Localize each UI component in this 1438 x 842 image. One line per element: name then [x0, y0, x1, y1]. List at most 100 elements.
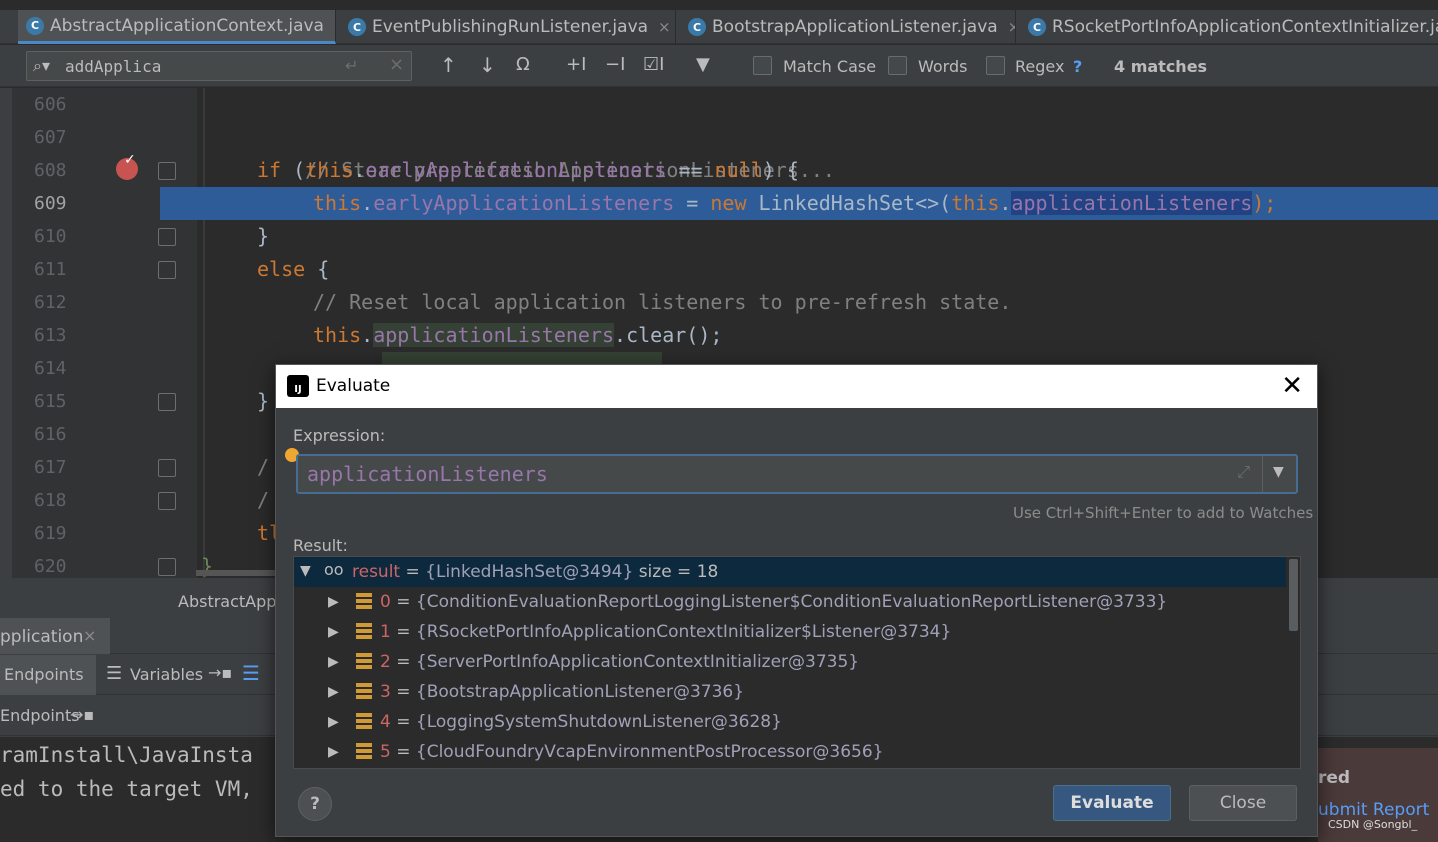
- chevron-down-icon: ▼: [1273, 464, 1284, 480]
- dialog-title: Evaluate: [316, 376, 391, 396]
- regex-help-link[interactable]: ?: [1073, 57, 1082, 76]
- expand-arrow-icon[interactable]: ▶: [328, 624, 339, 640]
- evaluate-button[interactable]: Evaluate: [1053, 785, 1171, 821]
- expand-arrow-icon[interactable]: ▶: [328, 654, 339, 670]
- fold-marker-icon[interactable]: [158, 228, 176, 246]
- expression-history-dropdown[interactable]: ▼: [1262, 456, 1296, 492]
- keyword: new: [710, 191, 747, 215]
- tab-endpoints[interactable]: Endpoints: [0, 655, 96, 695]
- previous-occurrence-icon[interactable]: ↑: [440, 55, 457, 75]
- expand-arrow-icon[interactable]: ▶: [328, 714, 339, 730]
- close-tab-icon[interactable]: ×: [334, 17, 335, 35]
- pin-tab-icon[interactable]: →▪: [208, 663, 232, 682]
- expression-input[interactable]: applicationListeners ⤢ ▼: [296, 454, 1298, 494]
- fold-marker-icon[interactable]: [158, 261, 176, 279]
- line-number: 615: [34, 391, 67, 412]
- fold-marker-icon[interactable]: [158, 558, 176, 576]
- close-tab-icon[interactable]: ×: [1008, 18, 1015, 36]
- keyword: if: [257, 158, 282, 182]
- keyword: this: [305, 158, 354, 182]
- line-number: 618: [34, 490, 67, 511]
- field-icon: [356, 653, 372, 670]
- code-line-613: this.applicationListeners.clear();: [313, 319, 722, 352]
- fold-marker-icon[interactable]: [158, 492, 176, 510]
- field-reference: earlyApplicationListeners: [373, 191, 675, 215]
- close-icon[interactable]: ✕: [1281, 371, 1303, 401]
- editor-gutter: 606 607 608 609 610 611 612 613 614 615 …: [12, 88, 197, 578]
- result-label: Result:: [293, 536, 348, 555]
- field-reference-highlighted: applicationListeners: [1011, 191, 1253, 215]
- result-name: result: [352, 562, 401, 582]
- tree-row[interactable]: ▶ 3 = {BootstrapApplicationListener@3736…: [294, 677, 1286, 707]
- regex-checkbox[interactable]: [986, 56, 1005, 75]
- select-all-matches-icon[interactable]: ☑I: [643, 55, 664, 75]
- tab-label: AbstractApplicationContext.java: [50, 15, 324, 36]
- tree-row[interactable]: ▶ 2 = {ServerPortInfoApplicationContextI…: [294, 647, 1286, 677]
- breakpoint-verified-icon: ✓: [124, 152, 136, 168]
- code-token: .: [361, 323, 374, 347]
- tab-label: EventPublishingRunListener.java: [372, 17, 649, 37]
- editor-tab-bar: C AbstractApplicationContext.java × C Ev…: [0, 10, 1438, 44]
- clear-icon[interactable]: ×: [389, 54, 404, 75]
- horizontal-scrollbar[interactable]: [196, 570, 276, 576]
- expand-icon[interactable]: ⤢: [1237, 462, 1250, 482]
- code-line-608: if (this.earlyApplicationListeners == nu…: [257, 154, 799, 187]
- add-selection-icon[interactable]: +I: [566, 55, 586, 75]
- close-tab-icon[interactable]: ×: [658, 18, 671, 36]
- endpoints-sub-label[interactable]: Endpoints: [0, 706, 80, 725]
- tab-bootstrap-application-listener[interactable]: C BootstrapApplicationListener.java ×: [680, 10, 1016, 44]
- tree-row[interactable]: ▶ 5 = {CloudFoundryVcapEnvironmentPostPr…: [294, 737, 1286, 767]
- tree-row-root[interactable]: ▼ oo result = {LinkedHashSet@3494} size …: [294, 557, 1286, 587]
- item-value: {ConditionEvaluationReportLoggingListene…: [415, 592, 1168, 612]
- match-highlight-fragment: [382, 352, 662, 364]
- match-case-checkbox[interactable]: [753, 56, 772, 75]
- words-checkbox[interactable]: [888, 56, 907, 75]
- tree-row[interactable]: ▶ 4 = {LoggingSystemShutdownListener@362…: [294, 707, 1286, 737]
- class-icon: C: [348, 18, 366, 36]
- expand-arrow-icon[interactable]: ▶: [328, 744, 339, 760]
- remove-selection-icon[interactable]: −I: [605, 55, 625, 75]
- error-notification[interactable]: red ubmit Report CSDN @Songbl_: [1318, 748, 1438, 842]
- tab-run-config[interactable]: pplication ×: [0, 618, 110, 654]
- tab-abstract-application-context[interactable]: C AbstractApplicationContext.java ×: [18, 10, 336, 44]
- breadcrumb[interactable]: AbstractApp: [178, 592, 276, 611]
- result-tree[interactable]: ▼ oo result = {LinkedHashSet@3494} size …: [293, 556, 1301, 769]
- next-occurrence-icon[interactable]: ↓: [479, 55, 496, 75]
- layout-icon[interactable]: ☰: [242, 661, 260, 685]
- tree-row[interactable]: ▶ 1 = {RSocketPortInfoApplicationContext…: [294, 617, 1286, 647]
- variables-icon: ☰: [106, 663, 123, 684]
- code-line-610: }: [257, 224, 270, 248]
- pin-tab-icon[interactable]: →▪: [70, 705, 94, 724]
- keyword: this: [951, 191, 1000, 215]
- fold-marker-icon[interactable]: [158, 393, 176, 411]
- submit-report-link[interactable]: ubmit Report: [1318, 800, 1429, 820]
- find-search-input[interactable]: ⌕▾ addApplica ↵ ×: [26, 51, 412, 81]
- fold-marker-icon[interactable]: [158, 162, 176, 180]
- tab-rsocket-port-info[interactable]: C RSocketPortInfoApplicationContextIniti…: [1020, 10, 1438, 44]
- code-line-618: /: [257, 488, 270, 512]
- tree-row[interactable]: ▶ 0 = {ConditionEvaluationReportLoggingL…: [294, 587, 1286, 617]
- tab-event-publishing-run-listener[interactable]: C EventPublishingRunListener.java ×: [340, 10, 676, 44]
- variables-tab-label[interactable]: Variables: [130, 665, 203, 684]
- fold-marker-icon[interactable]: [158, 459, 176, 477]
- help-button[interactable]: ?: [298, 787, 332, 821]
- select-all-occurrences-icon[interactable]: Ω: [516, 55, 530, 75]
- vertical-scrollbar[interactable]: [1289, 559, 1298, 631]
- match-case-label: Match Case: [783, 57, 877, 76]
- watermark: CSDN @Songbl_: [1328, 818, 1418, 831]
- filter-icon[interactable]: ▼: [696, 55, 710, 75]
- console-line: ramInstall\JavaInsta: [0, 743, 253, 767]
- expand-arrow-icon[interactable]: ▶: [328, 594, 339, 610]
- match-count: 4 matches: [1114, 57, 1208, 76]
- code-line-611: else {: [257, 253, 329, 286]
- words-label: Words: [918, 57, 968, 76]
- keyword: this: [313, 323, 362, 347]
- expand-arrow-icon[interactable]: ▶: [328, 684, 339, 700]
- close-tab-icon[interactable]: ×: [83, 626, 96, 645]
- code-line-615: }: [257, 389, 270, 413]
- comment: // Reset local application listeners to …: [313, 290, 1012, 314]
- item-value: {ServerPortInfoApplicationContextInitial…: [415, 652, 860, 672]
- collapse-arrow-icon[interactable]: ▼: [300, 563, 311, 579]
- find-query: addApplica: [65, 57, 162, 76]
- close-button[interactable]: Close: [1189, 785, 1297, 821]
